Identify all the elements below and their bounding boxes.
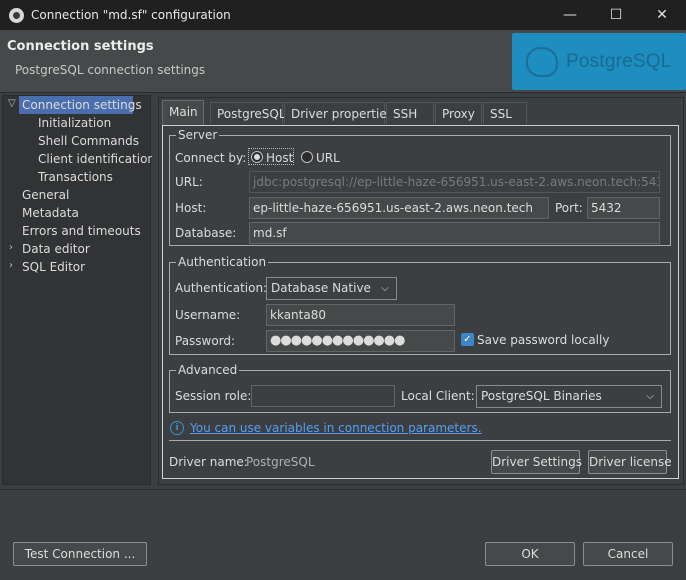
maximize-button[interactable]: ☐ <box>605 4 627 26</box>
tree-item-sql-editor[interactable]: SQL Editor <box>22 258 85 276</box>
tab-driver-properties[interactable]: Driver properties <box>284 102 393 124</box>
authentication-select[interactable]: Database Native ⌵ <box>266 277 397 300</box>
main-tab-body: Server Connect by: Host URL URL: jdbc:po… <box>162 125 679 479</box>
advanced-legend: Advanced <box>178 363 238 377</box>
host-input[interactable]: ep-little-haze-656951.us-east-2.aws.neon… <box>249 197 549 219</box>
settings-panel: Main PostgreSQL Driver properties SSH Pr… <box>158 97 684 485</box>
settings-tree: ▽ Connection settings Initialization She… <box>2 95 155 485</box>
cancel-button[interactable]: Cancel <box>583 542 673 566</box>
local-client-select[interactable]: PostgreSQL Binaries ⌵ <box>476 385 662 408</box>
host-radio-label[interactable]: Host <box>266 151 293 165</box>
tree-item-client-identification[interactable]: Client identification <box>38 150 155 168</box>
chevron-right-icon[interactable]: › <box>9 242 13 253</box>
dialog-header: Connection settings PostgreSQL connectio… <box>0 30 686 93</box>
elephant-icon <box>526 47 558 77</box>
tree-item-metadata[interactable]: Metadata <box>22 204 79 222</box>
title-bar: Connection "md.sf" configuration — ☐ ✕ <box>0 0 686 30</box>
tab-postgresql[interactable]: PostgreSQL <box>210 102 286 124</box>
page-title: Connection settings <box>7 39 154 54</box>
tree-item-initialization[interactable]: Initialization <box>38 114 111 132</box>
password-label: Password: <box>175 334 236 348</box>
server-legend: Server <box>178 128 218 142</box>
info-icon: i <box>170 421 184 435</box>
port-input[interactable]: 5432 <box>587 197 660 219</box>
session-role-input[interactable] <box>251 385 395 407</box>
connect-by-label: Connect by: <box>175 151 247 165</box>
variables-help-link[interactable]: You can use variables in connection para… <box>190 421 482 435</box>
chevron-down-icon: ⌵ <box>381 283 389 294</box>
ok-button[interactable]: OK <box>485 542 575 566</box>
url-radio[interactable] <box>301 151 313 163</box>
tree-item-general[interactable]: General <box>22 186 69 204</box>
logo-text: PostgreSQL <box>566 51 672 72</box>
chevron-down-icon: ⌵ <box>646 391 654 402</box>
save-password-checkbox[interactable]: ✓ <box>461 333 474 346</box>
authentication-label: Authentication: <box>175 281 268 295</box>
page-subtitle: PostgreSQL connection settings <box>15 63 206 77</box>
password-input[interactable]: ●●●●●●●●●●●●● <box>266 330 455 352</box>
authentication-select-value: Database Native <box>271 281 371 295</box>
port-label: Port: <box>555 201 583 215</box>
database-label: Database: <box>175 226 237 240</box>
tree-item-connection-settings[interactable]: Connection settings <box>19 96 142 114</box>
tree-item-shell-commands[interactable]: Shell Commands <box>38 132 139 150</box>
driver-name-value: PostgreSQL <box>246 455 315 469</box>
chevron-right-icon[interactable]: › <box>9 260 13 271</box>
username-label: Username: <box>175 308 241 322</box>
database-input[interactable]: md.sf <box>249 222 660 244</box>
divider <box>169 440 671 441</box>
footer-divider <box>0 489 686 490</box>
tree-item-errors-and-timeouts[interactable]: Errors and timeouts <box>22 222 141 240</box>
tab-ssh[interactable]: SSH <box>386 102 434 124</box>
local-client-select-value: PostgreSQL Binaries <box>481 389 602 403</box>
tab-ssl[interactable]: SSL <box>483 102 527 124</box>
test-connection-button[interactable]: Test Connection ... <box>13 542 147 566</box>
split-pane-sash[interactable] <box>152 95 157 485</box>
window-title: Connection "md.sf" configuration <box>31 8 231 22</box>
tree-item-transactions[interactable]: Transactions <box>38 168 113 186</box>
username-input[interactable]: kkanta80 <box>266 304 455 326</box>
tree-item-data-editor[interactable]: Data editor <box>22 240 90 258</box>
driver-name-label: Driver name: <box>169 455 248 469</box>
local-client-label: Local Client: <box>401 389 475 403</box>
tab-proxy[interactable]: Proxy <box>435 102 482 124</box>
postgresql-logo: PostgreSQL <box>512 33 686 90</box>
chevron-down-icon[interactable]: ▽ <box>8 98 16 109</box>
authentication-legend: Authentication <box>178 255 267 269</box>
minimize-button[interactable]: — <box>559 4 581 26</box>
driver-settings-button[interactable]: Driver Settings <box>491 450 582 474</box>
close-button[interactable]: ✕ <box>651 4 673 26</box>
host-radio[interactable] <box>251 151 263 163</box>
url-radio-label[interactable]: URL <box>316 151 340 165</box>
tab-main[interactable]: Main <box>162 100 204 125</box>
save-password-label[interactable]: Save password locally <box>477 333 609 347</box>
session-role-label: Session role: <box>175 389 252 403</box>
host-label: Host: <box>175 201 207 215</box>
url-label: URL: <box>175 175 203 189</box>
dbeaver-app-icon <box>9 8 24 23</box>
driver-license-button[interactable]: Driver license <box>588 450 672 474</box>
url-input: jdbc:postgresql://ep-little-haze-656951.… <box>249 171 660 193</box>
